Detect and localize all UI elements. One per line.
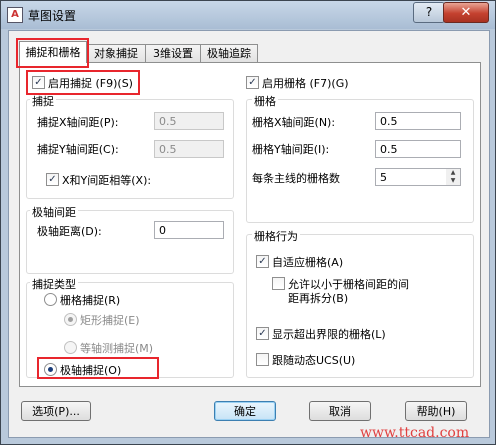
tab-3d-settings[interactable]: 3维设置 (145, 44, 201, 62)
iso-snap-label: 等轴测捕捉(M) (80, 342, 154, 355)
rect-snap-radio[interactable] (64, 313, 77, 326)
major-line-spinner[interactable]: ▲ ▼ (446, 168, 461, 186)
grid-snap-radio[interactable] (44, 293, 57, 306)
grid-x-input[interactable]: 0.5 (375, 112, 461, 130)
dialog-window: A 草图设置 ? ✕ 捕捉和栅格 对象捕捉 3维设置 极轴追踪 ✓ 启用捕捉 (… (0, 0, 496, 445)
snap-y-input[interactable]: 0.5 (154, 140, 224, 158)
dialog-client-area: 捕捉和栅格 对象捕捉 3维设置 极轴追踪 ✓ 启用捕捉 (F9)(S) 捕捉 捕… (8, 30, 490, 438)
beyond-limits-checkbox[interactable]: ✓ (256, 327, 269, 340)
beyond-limits-label: 显示超出界限的栅格(L) (272, 328, 386, 341)
subdivide-checkbox[interactable] (272, 277, 285, 290)
autocad-app-icon: A (7, 7, 23, 23)
help-button[interactable]: 帮助(H) (405, 401, 467, 421)
close-button[interactable]: ✕ (443, 2, 489, 23)
subdivide-label-line2: 距再拆分(B) (288, 292, 349, 305)
equal-xy-checkbox[interactable]: ✓ (46, 173, 59, 186)
help-titlebar-button[interactable]: ? (413, 2, 445, 23)
adaptive-label: 自适应栅格(A) (272, 256, 344, 269)
dialog-title: 草图设置 (28, 9, 77, 23)
highlight-snap-on-box (26, 70, 140, 95)
iso-snap-radio[interactable] (64, 341, 77, 354)
snap-y-label: 捕捉Y轴间距(C): (37, 143, 119, 156)
tab-object-snap[interactable]: 对象捕捉 (86, 44, 146, 62)
cancel-button[interactable]: 取消 (309, 401, 371, 421)
rect-snap-label: 矩形捕捉(E) (80, 314, 140, 327)
grid-y-input[interactable]: 0.5 (375, 140, 461, 158)
equal-xy-label: X和Y间距相等(X): (62, 174, 152, 187)
snap-x-label: 捕捉X轴间距(P): (37, 116, 119, 129)
spin-up-icon[interactable]: ▲ (446, 169, 460, 177)
grid-group-title: 栅格 (252, 93, 278, 109)
major-line-input[interactable]: 5 (375, 168, 447, 186)
adaptive-checkbox[interactable]: ✓ (256, 255, 269, 268)
title-bar[interactable]: A 草图设置 ? ✕ (1, 1, 495, 29)
polar-distance-input[interactable]: 0 (154, 221, 224, 239)
major-line-label: 每条主线的栅格数 (252, 172, 340, 185)
highlight-tab-box (16, 38, 89, 68)
snap-x-input[interactable]: 0.5 (154, 112, 224, 130)
tab-polar-tracking[interactable]: 极轴追踪 (200, 44, 258, 62)
grid-snap-label: 栅格捕捉(R) (60, 294, 121, 307)
highlight-polar-snap-box (37, 357, 159, 379)
behavior-title: 栅格行为 (252, 228, 300, 244)
snap-type-title: 捕捉类型 (30, 276, 78, 292)
options-button[interactable]: 选项(P)... (21, 401, 91, 421)
polar-group-title: 极轴间距 (30, 204, 78, 220)
grid-on-checkbox[interactable]: ✓ (246, 76, 259, 89)
follow-ucs-checkbox[interactable] (256, 353, 269, 366)
spin-down-icon[interactable]: ▼ (446, 177, 460, 185)
grid-on-label: 启用栅格 (F7)(G) (262, 77, 349, 90)
site-watermark: www.ttcad.com (360, 425, 470, 441)
polar-distance-label: 极轴距离(D): (37, 225, 102, 238)
snap-grid-panel: ✓ 启用捕捉 (F9)(S) 捕捉 捕捉X轴间距(P): 0.5 捕捉Y轴间距(… (19, 62, 481, 387)
grid-x-label: 栅格X轴间距(N): (252, 116, 336, 129)
grid-y-label: 栅格Y轴间距(I): (252, 143, 330, 156)
ok-button[interactable]: 确定 (214, 401, 276, 421)
follow-ucs-label: 跟随动态UCS(U) (272, 354, 356, 367)
snap-group-title: 捕捉 (30, 93, 56, 109)
